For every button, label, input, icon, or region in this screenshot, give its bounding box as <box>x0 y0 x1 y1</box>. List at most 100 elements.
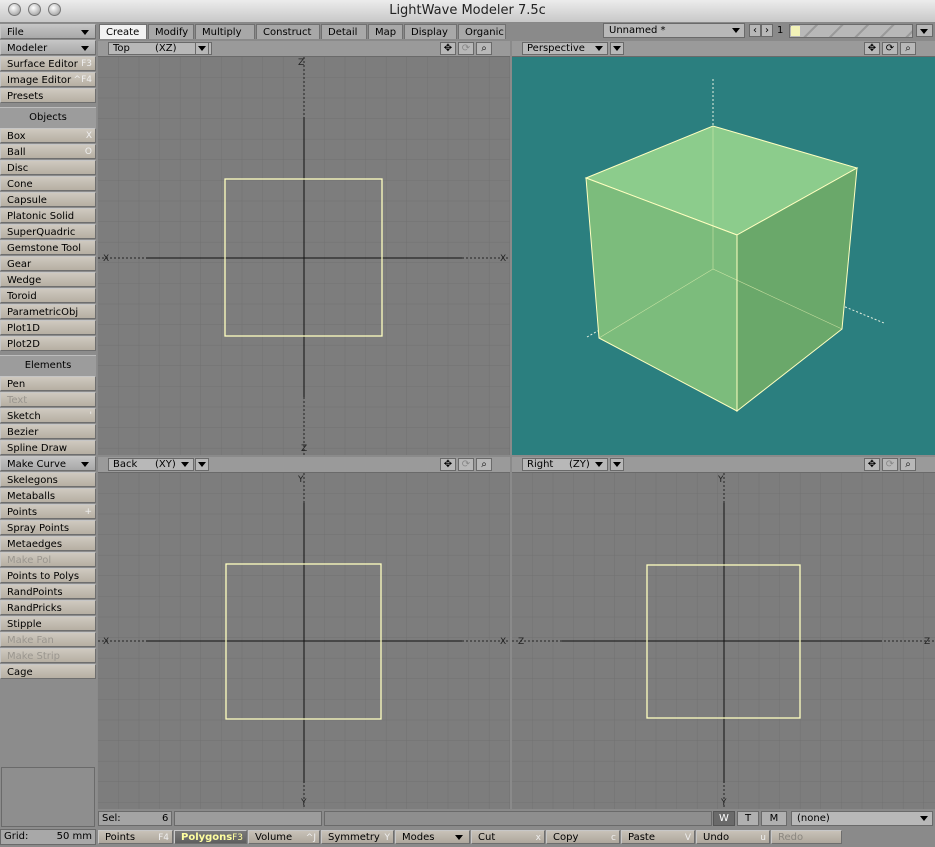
symmetry-button[interactable]: Symmetry Y <box>321 830 394 844</box>
sidebar-item-stipple[interactable]: Stipple <box>0 616 96 631</box>
tab-construct[interactable]: Construct <box>256 24 320 39</box>
axis-label-left: Z <box>518 637 524 647</box>
viewport-right[interactable]: Right (ZY) ✥ ⟳ ⌕ Y Y Z Z <box>512 457 935 809</box>
view-options-button[interactable] <box>195 458 209 471</box>
undo-button[interactable]: Undo u <box>696 830 770 844</box>
paste-button[interactable]: Paste V <box>621 830 695 844</box>
texture-map-button[interactable]: T <box>737 811 759 826</box>
redo-button[interactable]: Redo <box>771 830 842 844</box>
sidebar-item-cage[interactable]: Cage <box>0 664 96 679</box>
viewport-top[interactable]: Top (XZ) ✥ ⟳ ⌕ Z Z X X <box>98 41 510 455</box>
sidebar-item-metaballs[interactable]: Metaballs <box>0 488 96 503</box>
tab-map[interactable]: Map <box>368 24 403 39</box>
move-icon[interactable]: ✥ <box>864 42 880 55</box>
shortcut-key: X <box>85 131 92 141</box>
sidebar-item-text[interactable]: Text <box>0 392 96 407</box>
rotate-icon[interactable]: ⟳ <box>458 458 474 471</box>
sidebar-item-sketch[interactable]: Sketch ' <box>0 408 96 423</box>
tab-multiply[interactable]: Multiply <box>195 24 255 39</box>
sidebar-item-randpricks[interactable]: RandPricks <box>0 600 96 615</box>
move-icon[interactable]: ✥ <box>440 458 456 471</box>
button-label: Paste <box>628 832 655 843</box>
cut-button[interactable]: Cut x <box>471 830 545 844</box>
file-menu[interactable]: File <box>0 24 96 39</box>
sidebar-item-superquadric[interactable]: SuperQuadric <box>0 224 96 239</box>
view-type-dropdown[interactable]: Back (XY) <box>108 458 194 471</box>
sidebar-item-platonic-solid[interactable]: Platonic Solid <box>0 208 96 223</box>
tab-detail[interactable]: Detail <box>321 24 367 39</box>
sidebar-item-plot2d[interactable]: Plot2D <box>0 336 96 351</box>
view-options-button[interactable] <box>610 42 624 55</box>
tab-create[interactable]: Create <box>99 24 147 39</box>
tab-modify[interactable]: Modify <box>148 24 194 39</box>
layer-next-button[interactable]: › <box>761 24 773 37</box>
layer-buttons[interactable] <box>789 24 913 38</box>
view-type-dropdown[interactable]: Right (ZY) <box>522 458 608 471</box>
rotate-icon[interactable]: ⟳ <box>458 42 474 55</box>
view-type-dropdown[interactable]: Perspective <box>522 42 608 55</box>
modeler-menu[interactable]: Modeler <box>0 40 96 55</box>
sidebar-item-pen[interactable]: Pen <box>0 376 96 391</box>
vertex-map-dropdown[interactable]: (none) <box>791 811 933 826</box>
chevron-down-icon <box>920 816 928 821</box>
sidebar-item-points[interactable]: Points + <box>0 504 96 519</box>
weight-map-button[interactable]: W <box>713 811 735 826</box>
sidebar-item-make-fan[interactable]: Make Fan <box>0 632 96 647</box>
sidebar-item-label: ParametricObj <box>7 307 79 318</box>
sidebar-item-spline-draw[interactable]: Spline Draw <box>0 440 96 455</box>
sidebar-item-label: Make Strip <box>7 651 61 662</box>
sidebar-item-wedge[interactable]: Wedge <box>0 272 96 287</box>
sidebar-item-box[interactable]: Box X <box>0 128 96 143</box>
move-icon[interactable]: ✥ <box>864 458 880 471</box>
view-options-button[interactable] <box>610 458 624 471</box>
sidebar-item-capsule[interactable]: Capsule <box>0 192 96 207</box>
sidebar-item-make-curve[interactable]: Make Curve <box>0 456 96 471</box>
rotate-icon[interactable]: ⟳ <box>882 42 898 55</box>
sidebar-item-bezier[interactable]: Bezier <box>0 424 96 439</box>
sidebar-item-randpoints[interactable]: RandPoints <box>0 584 96 599</box>
morph-map-button[interactable]: M <box>761 811 787 826</box>
sidebar-item-ball[interactable]: Ball O <box>0 144 96 159</box>
sidebar-item-make-pol[interactable]: Make Pol <box>0 552 96 567</box>
view-options-button[interactable] <box>195 42 209 55</box>
copy-button[interactable]: Copy c <box>546 830 620 844</box>
volume-button[interactable]: Volume ^J <box>248 830 320 844</box>
surface-editor-button[interactable]: Surface Editor F3 <box>0 56 96 71</box>
sidebar-item-label: Platonic Solid <box>7 211 75 222</box>
move-icon[interactable]: ✥ <box>440 42 456 55</box>
viewport-perspective[interactable]: Perspective ✥ ⟳ ⌕ <box>512 41 935 455</box>
sidebar-item-label: Spline Draw <box>7 443 68 454</box>
presets-button[interactable]: Presets <box>0 88 96 103</box>
zoom-icon[interactable]: ⌕ <box>900 42 916 55</box>
zoom-icon[interactable]: ⌕ <box>900 458 916 471</box>
sidebar-item-skelegons[interactable]: Skelegons <box>0 472 96 487</box>
sidebar-item-gear[interactable]: Gear <box>0 256 96 271</box>
sidebar-item-plot1d[interactable]: Plot1D <box>0 320 96 335</box>
sidebar-item-metaedges[interactable]: Metaedges <box>0 536 96 551</box>
rotate-icon[interactable]: ⟳ <box>882 458 898 471</box>
sidebar-item-disc[interactable]: Disc <box>0 160 96 175</box>
object-selector[interactable]: Unnamed * <box>603 23 745 38</box>
sidebar-item-spray-points[interactable]: Spray Points <box>0 520 96 535</box>
status-message-area <box>324 811 712 826</box>
zoom-icon[interactable]: ⌕ <box>476 458 492 471</box>
points-button[interactable]: Points F4 <box>98 830 173 844</box>
sidebar-item-points-to-polys[interactable]: Points to Polys <box>0 568 96 583</box>
image-editor-button[interactable]: Image Editor ^F4 <box>0 72 96 87</box>
sidebar-item-parametricobj[interactable]: ParametricObj <box>0 304 96 319</box>
modes-button[interactable]: Modes <box>395 830 470 844</box>
polygons-button[interactable]: Polygons F3 <box>174 830 247 844</box>
layers-dropdown-button[interactable] <box>916 24 933 37</box>
layer-prev-button[interactable]: ‹ <box>749 24 761 37</box>
sidebar-item-toroid[interactable]: Toroid <box>0 288 96 303</box>
shortcut-key: u <box>760 833 766 843</box>
sidebar-item-make-strip[interactable]: Make Strip <box>0 648 96 663</box>
sidebar-item-gemstone-tool[interactable]: Gemstone Tool <box>0 240 96 255</box>
chevron-down-icon <box>81 46 89 51</box>
sidebar-item-cone[interactable]: Cone <box>0 176 96 191</box>
tab-organic[interactable]: Organic <box>458 24 506 39</box>
zoom-icon[interactable]: ⌕ <box>476 42 492 55</box>
layer-1-active[interactable] <box>791 26 800 36</box>
tab-display[interactable]: Display <box>404 24 457 39</box>
viewport-back[interactable]: Back (XY) ✥ ⟳ ⌕ Y Y X X <box>98 457 510 809</box>
